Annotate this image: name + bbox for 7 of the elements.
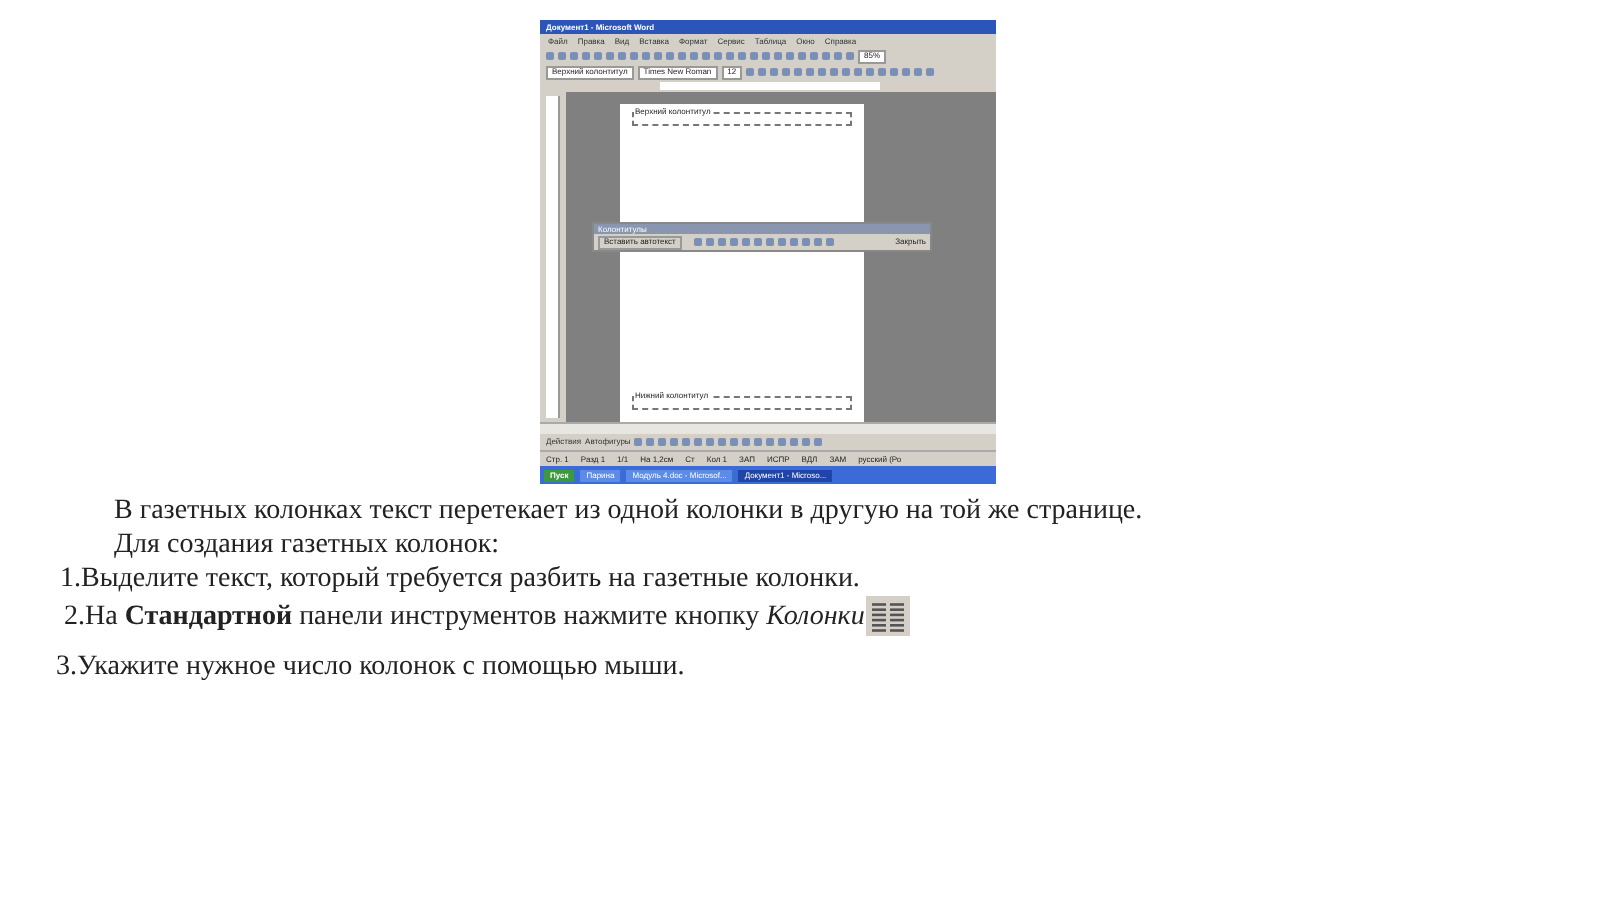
step-text: 1.Выделите текст, который требуется разбить на газетные колонки. <box>60 562 860 596</box>
paragraph: Для создания газетных колонок: <box>114 528 502 562</box>
paragraph: В газетных колонках текст перетекает из одной колонки в другую на той же странице. <box>114 494 1145 528</box>
step-text: 3.Укажите нужное число колонок с помощью мыши. <box>56 650 685 684</box>
toolbar-icons-drawing <box>693 238 834 246</box>
step-text: 2.На Стандартной панели инструментов нажмите кнопку Колонки <box>64 599 865 633</box>
columns-icon <box>866 596 911 636</box>
